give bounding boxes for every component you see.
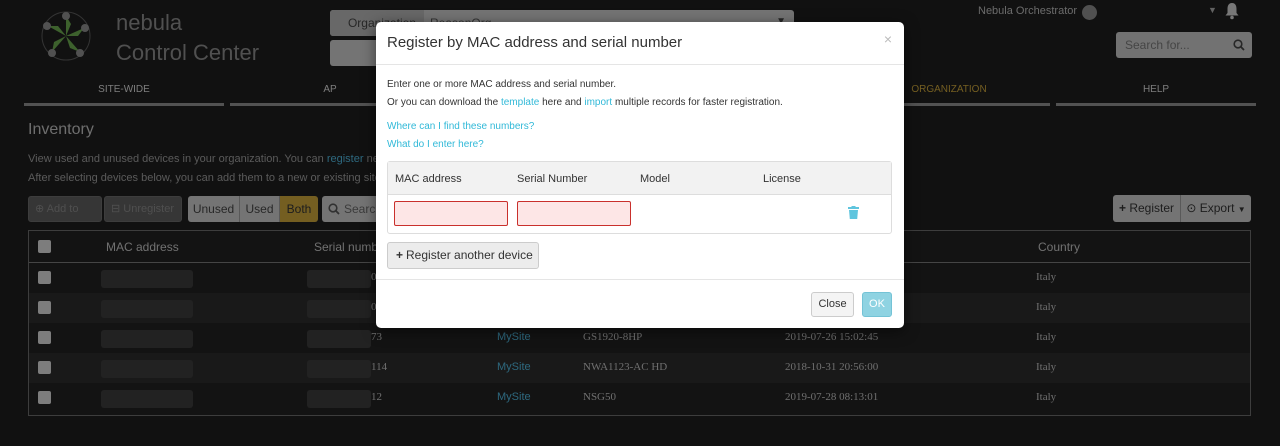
ok-button[interactable]: OK	[862, 292, 892, 317]
register-table-header: MAC address Serial Number Model License	[388, 162, 891, 195]
line2-suffix: multiple records for faster registration…	[612, 97, 783, 108]
register-modal: Register by MAC address and serial numbe…	[376, 22, 904, 328]
mac-address-input[interactable]	[394, 201, 508, 226]
col-serial-number: Serial Number	[517, 173, 588, 185]
help-link-find-numbers[interactable]: Where can I find these numbers?	[387, 121, 534, 132]
template-link[interactable]: template	[501, 97, 539, 108]
plus-icon: +	[396, 248, 404, 262]
register-device-table: MAC address Serial Number Model License	[387, 161, 892, 234]
line2-mid: here and	[539, 97, 585, 108]
help-link-what-to-enter[interactable]: What do I enter here?	[387, 139, 484, 150]
line2-prefix: Or you can download the	[387, 97, 501, 108]
col-mac-address: MAC address	[395, 173, 462, 185]
modal-header: Register by MAC address and serial numbe…	[376, 22, 904, 65]
close-icon[interactable]: ×	[884, 31, 892, 47]
trash-icon[interactable]	[848, 206, 859, 219]
col-license: License	[763, 173, 801, 185]
modal-footer-divider	[376, 279, 904, 280]
col-model: Model	[640, 173, 670, 185]
register-another-device-button[interactable]: + Register another device	[387, 242, 539, 269]
modal-instructions-2: Or you can download the template here an…	[387, 97, 783, 108]
modal-title: Register by MAC address and serial numbe…	[387, 34, 683, 51]
register-another-label: Register another device	[406, 248, 533, 262]
modal-instructions: Enter one or more MAC address and serial…	[387, 79, 616, 90]
close-button[interactable]: Close	[811, 292, 854, 317]
serial-number-input[interactable]	[517, 201, 631, 226]
import-link[interactable]: import	[584, 97, 612, 108]
